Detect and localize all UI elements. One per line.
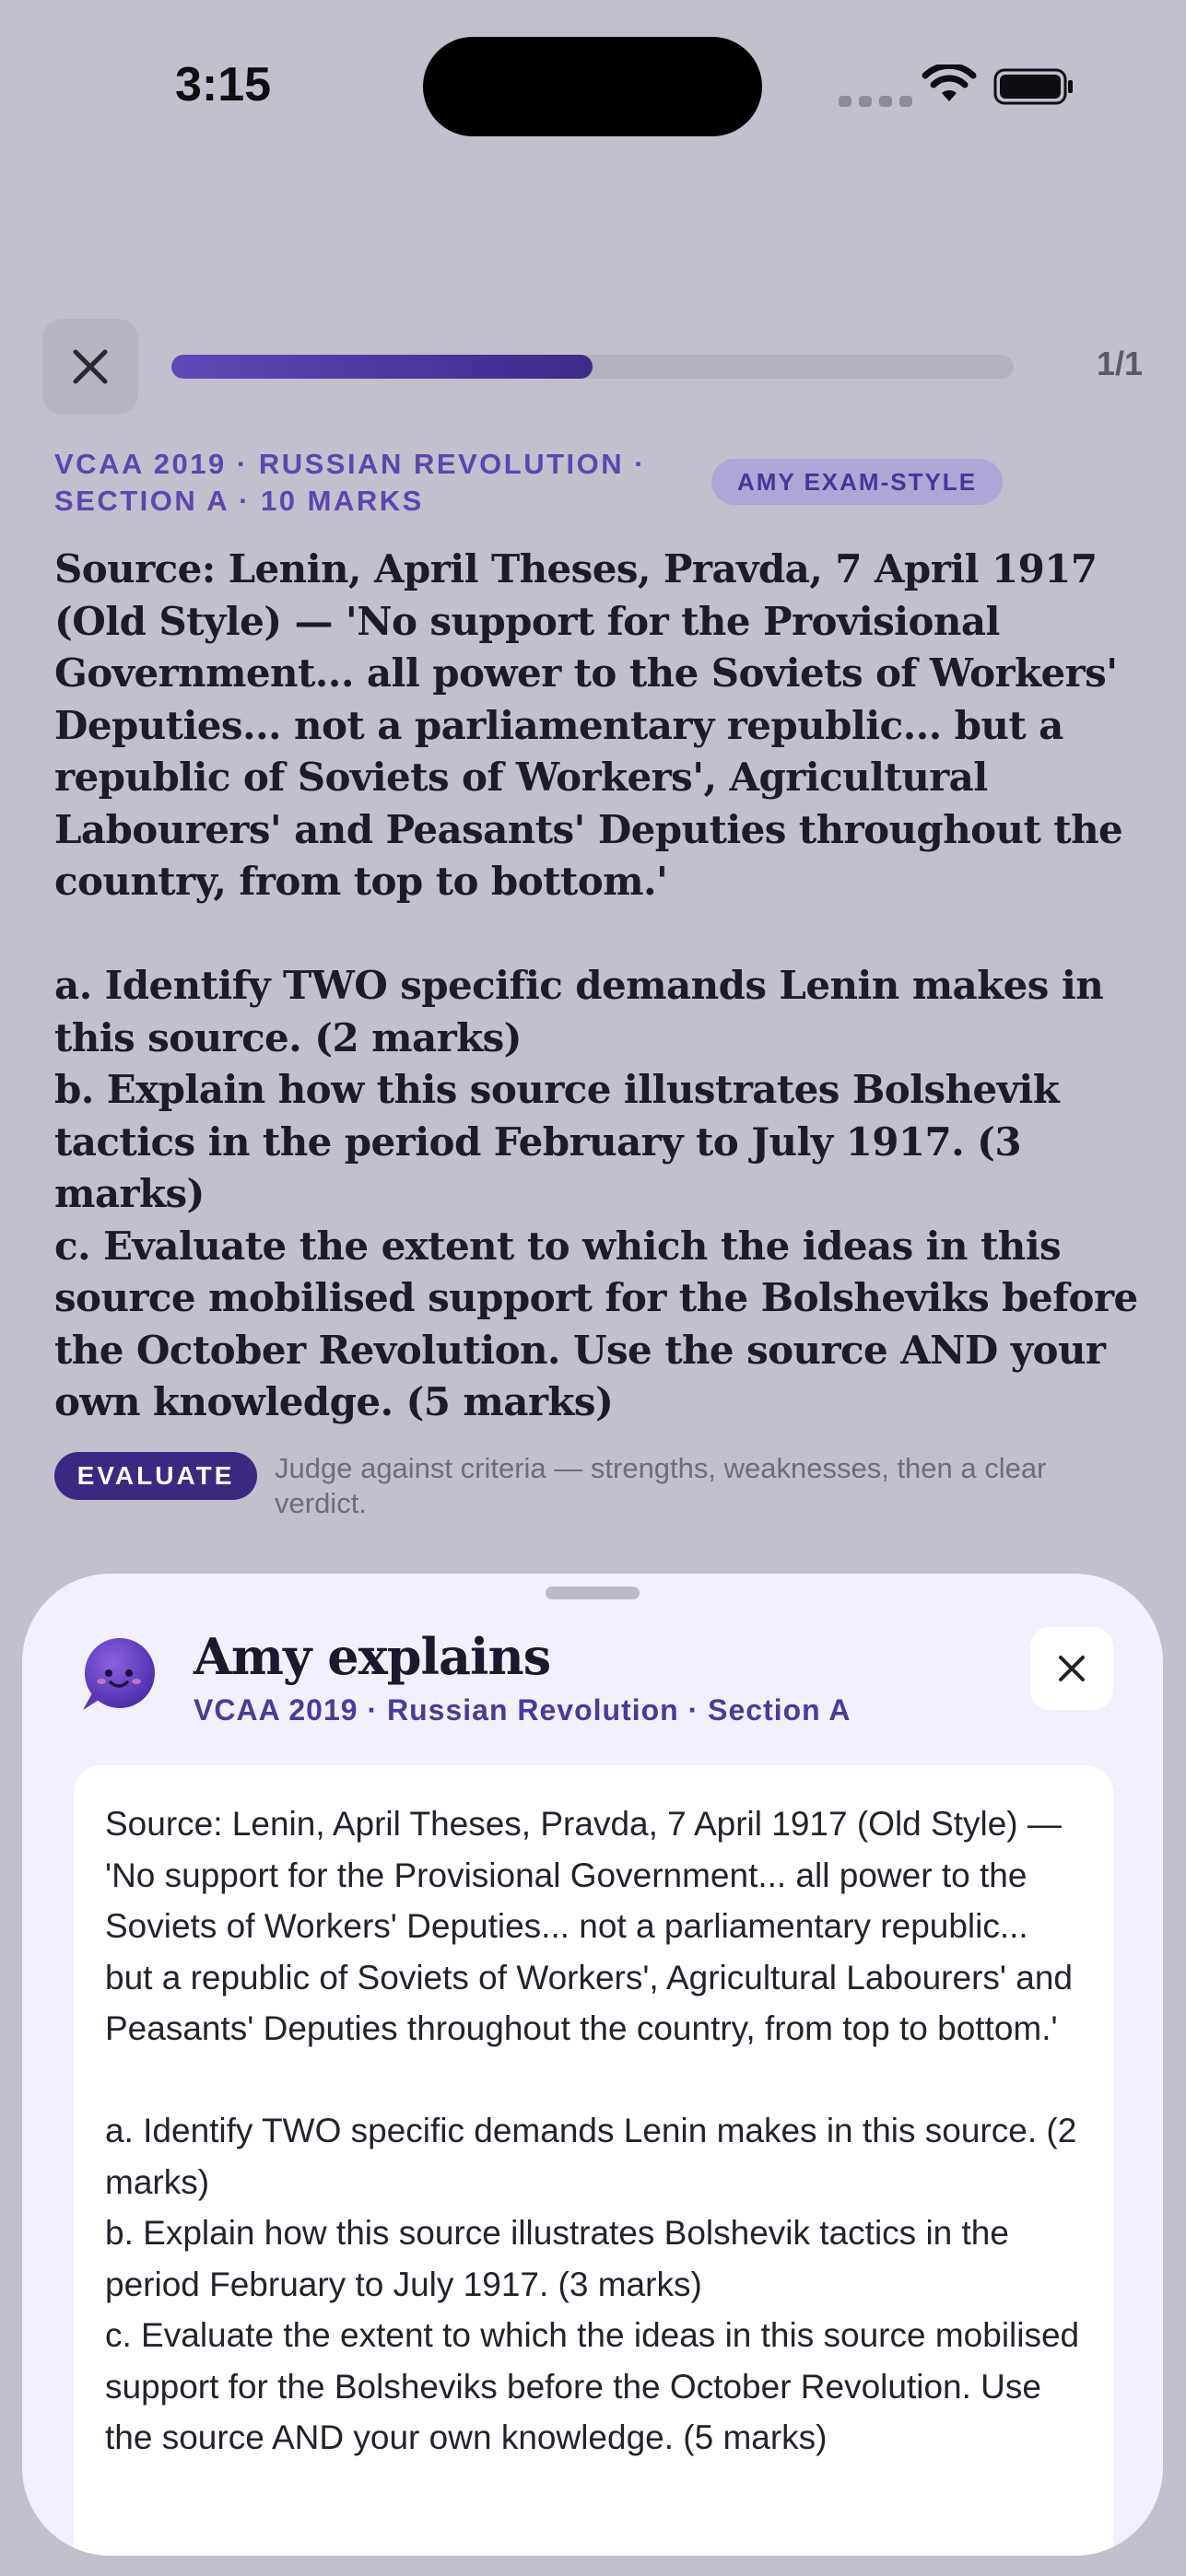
close-icon <box>1059 1656 1085 1681</box>
explanation-card: Source: Lenin, April Theses, Pravda, 7 A… <box>74 1765 1113 2556</box>
amy-explains-sheet: Amy explains VCAA 2019 · Russian Revolut… <box>22 1574 1163 2556</box>
status-time: 3:15 <box>175 58 272 111</box>
close-icon <box>73 349 108 384</box>
progress-bar <box>171 355 1014 379</box>
close-button[interactable] <box>42 319 138 415</box>
sheet-title: Amy explains <box>194 1627 551 1686</box>
progress-fill <box>171 355 593 379</box>
command-term-badge[interactable]: EVALUATE <box>54 1452 257 1500</box>
question-meta: VCAA 2019 · RUSSIAN REVOLUTION · SECTION… <box>54 448 647 517</box>
battery-icon <box>993 68 1073 105</box>
sheet-subtitle: VCAA 2019 · Russian Revolution · Section… <box>194 1693 851 1727</box>
signal-dots-icon <box>839 96 912 107</box>
explanation-text: Source: Lenin, April Theses, Pravda, 7 A… <box>105 1805 1080 2456</box>
command-term-hint: Judge against criteria — strengths, weak… <box>275 1452 1047 1519</box>
progress-count: 1/1 <box>1096 345 1143 382</box>
status-icons <box>839 61 1078 112</box>
wifi-icon <box>922 64 977 101</box>
question-text: Source: Lenin, April Theses, Pravda, 7 A… <box>54 546 1138 1424</box>
dynamic-island <box>423 37 762 136</box>
sheet-close-button[interactable] <box>1030 1627 1113 1710</box>
exam-style-badge: AMY EXAM-STYLE <box>711 459 1003 505</box>
sheet-drag-handle[interactable] <box>546 1587 640 1599</box>
amy-avatar-icon <box>83 1638 155 1710</box>
